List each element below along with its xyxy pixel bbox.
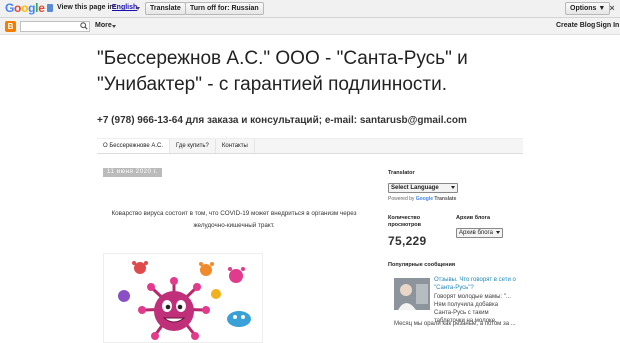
language-dropdown[interactable]: English	[112, 4, 137, 11]
options-button[interactable]: Options ▼	[565, 2, 611, 15]
info-icon[interactable]	[47, 4, 53, 12]
logo-letter: e	[38, 1, 45, 15]
blog-title[interactable]: "Бессережнов А.С." ООО - "Санта-Русь" и …	[97, 46, 537, 98]
archive-heading: Архив блога	[456, 215, 490, 221]
search-icon[interactable]	[80, 22, 88, 30]
translate-wordmark[interactable]: Translate	[434, 196, 456, 202]
views-counter: 75,229	[388, 234, 427, 248]
thumbnail-photo	[394, 278, 430, 310]
archive-select[interactable]: Архив блога	[456, 228, 503, 238]
tab-contacts[interactable]: Контакты	[216, 139, 255, 153]
chevron-down-icon[interactable]	[112, 25, 116, 28]
tab-about[interactable]: О Бессережнове А.С.	[97, 139, 171, 153]
page-tabs: О Бессережнове А.С. Где купить? Контакты	[97, 138, 523, 154]
turn-off-button[interactable]: Turn off for: Russian	[185, 2, 264, 15]
create-blog-link[interactable]: Create Blog	[556, 22, 595, 29]
virus-drawing	[118, 261, 251, 340]
blogger-logo-icon[interactable]: B	[5, 21, 16, 32]
popular-posts-heading: Популярные сообщения	[388, 262, 456, 268]
powered-by-text: Powered by	[388, 196, 415, 202]
view-page-label: View this page in:	[57, 4, 116, 11]
powered-by: Powered by Google Translate	[388, 196, 456, 202]
translate-bar: Google View this page in: English Transl…	[0, 0, 620, 18]
blog-description: +7 (978) 966-13-64 для заказа и консульт…	[97, 115, 467, 126]
popular-post-thumbnail[interactable]	[394, 278, 430, 310]
google-logo: Google	[5, 1, 45, 15]
archive-select-label: Архив блога	[459, 230, 493, 236]
more-menu[interactable]: More	[95, 22, 112, 29]
popular-post-title[interactable]: Отзывы. Что говорят в сети о "Санта-Русь…	[434, 276, 518, 292]
tab-where-to-buy[interactable]: Где купить?	[170, 139, 216, 153]
language-select[interactable]: Select Language	[388, 183, 458, 193]
post-date: 11 июня 2020 г.	[103, 168, 163, 177]
virus-illustration[interactable]	[103, 253, 263, 343]
views-heading: Количество просмотров	[388, 215, 422, 228]
sign-in-link[interactable]: Sign In	[596, 22, 619, 29]
popular-post-snippet-continued: Месяц мы орали как резаные, а потом за .…	[394, 321, 516, 327]
post-text: Коварство вируса состоит в том, что COVI…	[111, 210, 357, 229]
close-icon[interactable]: ×	[607, 3, 617, 13]
google-wordmark[interactable]: Google	[416, 196, 433, 202]
chevron-down-icon	[496, 231, 500, 234]
translate-button[interactable]: Translate	[145, 2, 186, 15]
language-select-label: Select Language	[391, 185, 439, 191]
chevron-down-icon	[451, 186, 455, 189]
logo-letter: G	[5, 1, 15, 15]
blogger-navbar: B More Create Blog Sign In	[0, 18, 620, 35]
chevron-down-icon[interactable]	[136, 7, 140, 10]
translator-heading: Translator	[388, 170, 415, 176]
